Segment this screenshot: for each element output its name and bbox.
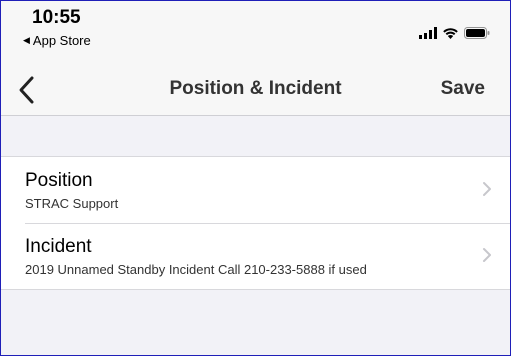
- status-icons: [419, 27, 490, 39]
- phone-screen: 10:55 ◀ App Store Position & Incident Sa…: [0, 0, 511, 356]
- status-bar: 10:55 ◀ App Store: [1, 1, 510, 67]
- back-triangle-icon: ◀: [23, 35, 30, 45]
- position-title: Position: [25, 170, 93, 191]
- position-value: STRAC Support: [25, 196, 119, 211]
- settings-list: Position STRAC Support Incident 2019 Unn…: [1, 156, 510, 290]
- position-row[interactable]: Position STRAC Support: [1, 157, 510, 223]
- chevron-right-icon: [483, 182, 491, 196]
- incident-row[interactable]: Incident 2019 Unnamed Standby Incident C…: [1, 223, 510, 289]
- navigation-bar: Position & Incident Save: [1, 67, 510, 116]
- page-title: Position & Incident: [169, 78, 342, 99]
- signal-icon: [419, 27, 437, 39]
- save-button[interactable]: Save: [441, 78, 485, 100]
- incident-value: 2019 Unnamed Standby Incident Call 210-2…: [25, 262, 367, 277]
- status-time: 10:55: [32, 7, 81, 28]
- back-app-label: App Store: [32, 33, 91, 48]
- wifi-icon: [443, 28, 458, 39]
- back-to-app-store-link[interactable]: ◀ App Store: [23, 33, 91, 48]
- incident-title: Incident: [25, 236, 92, 257]
- battery-icon: [464, 27, 490, 39]
- chevron-right-icon: [483, 248, 491, 262]
